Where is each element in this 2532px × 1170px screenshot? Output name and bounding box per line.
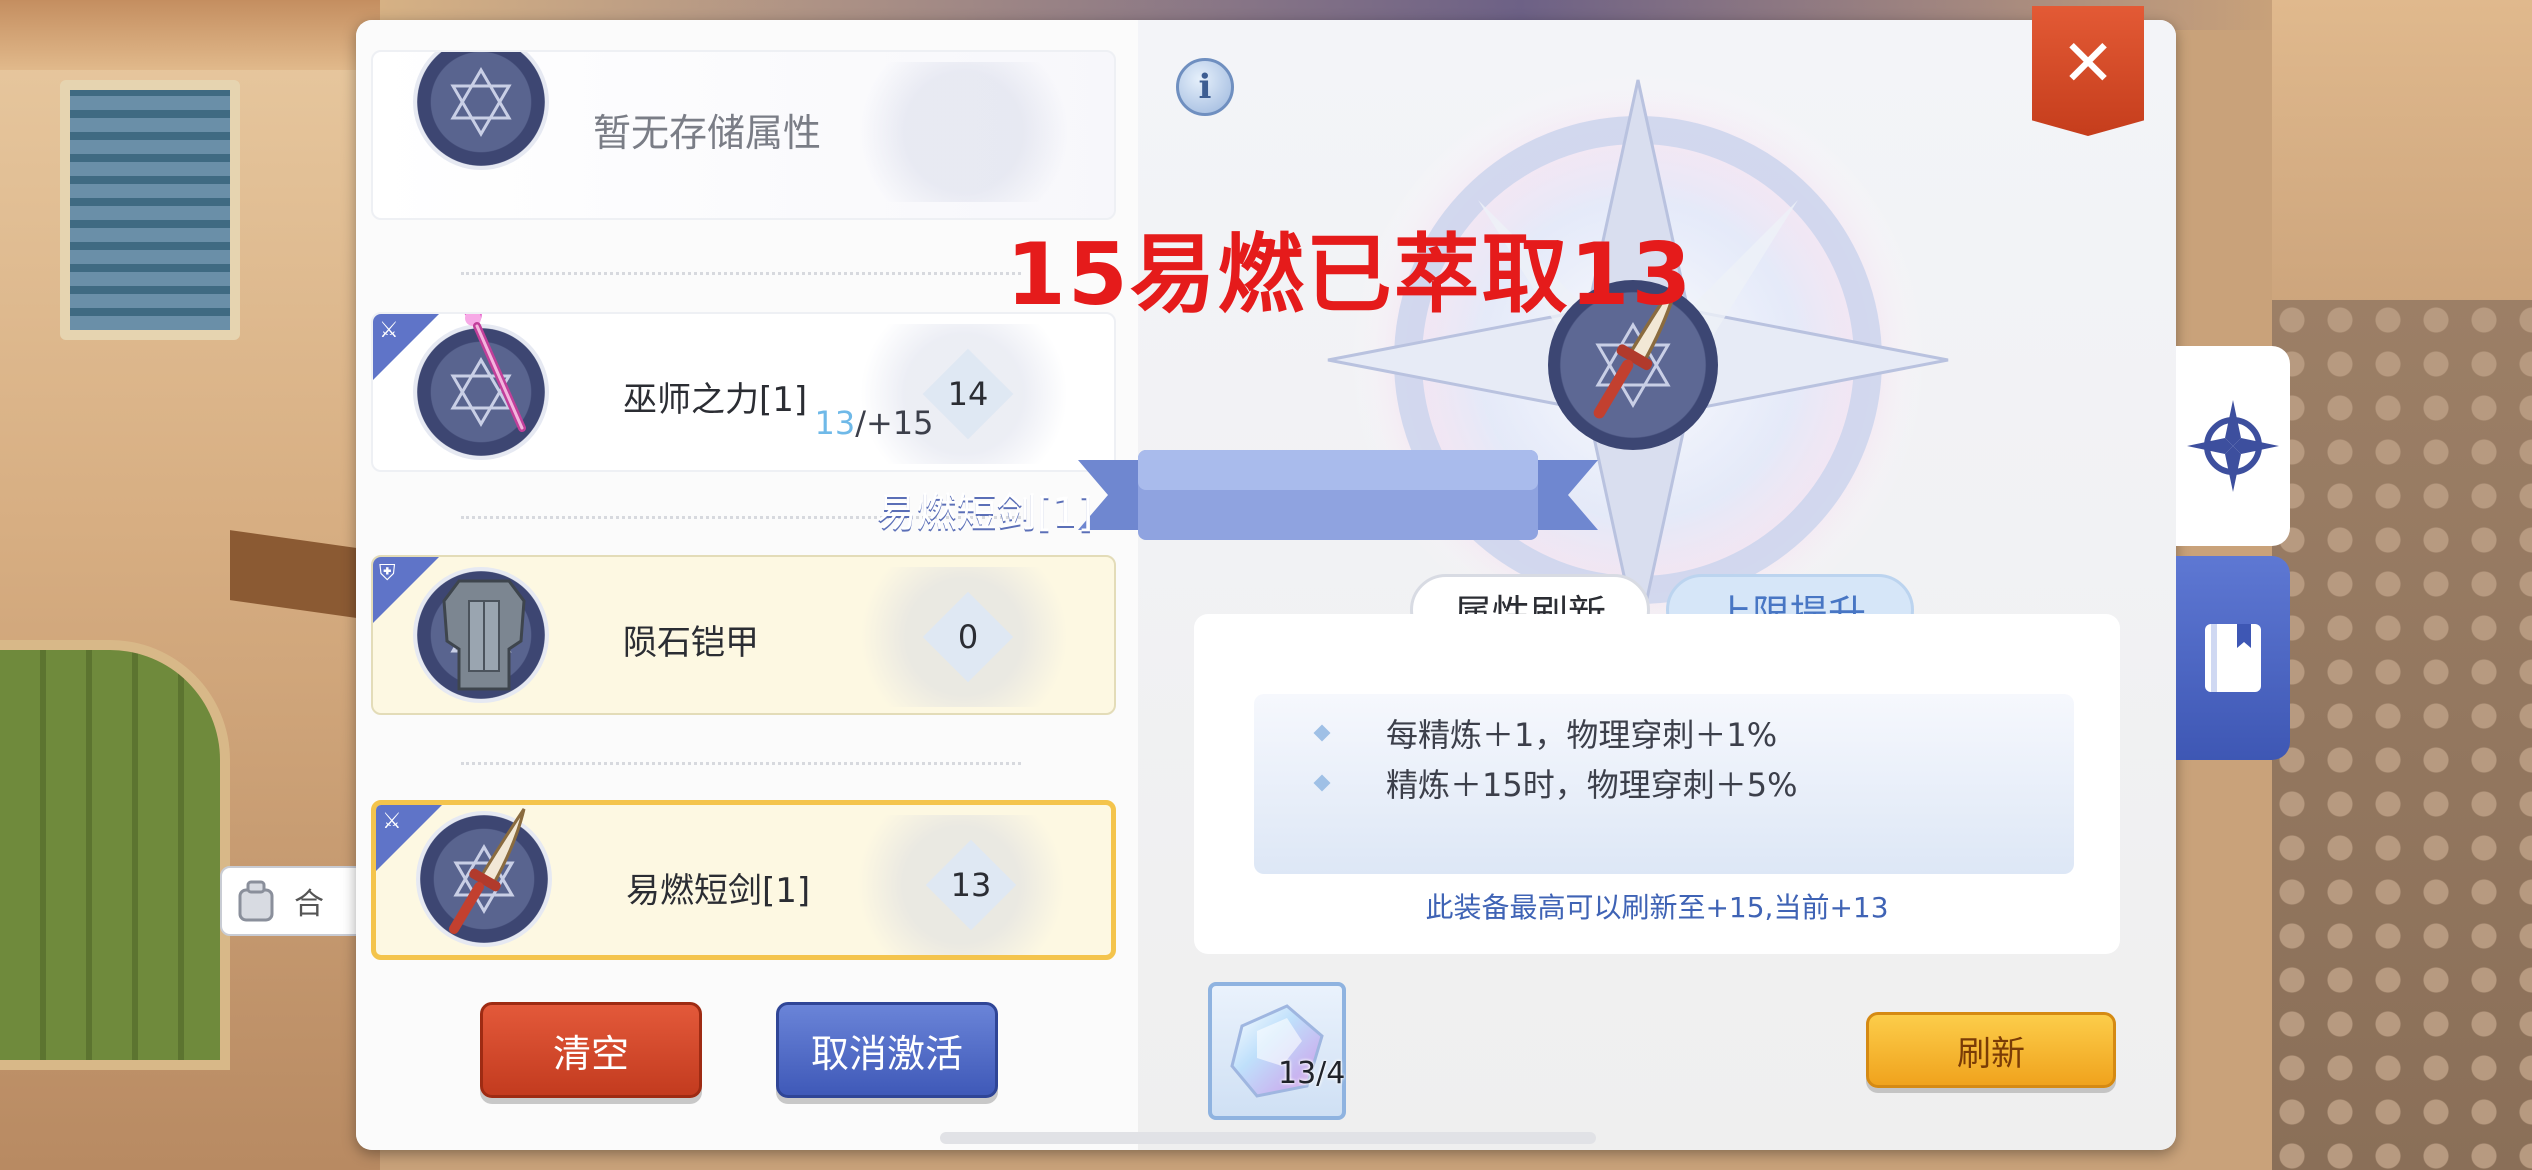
bullet-diamond-icon bbox=[1313, 724, 1331, 742]
equipment-refine-level: 13 bbox=[931, 845, 1011, 925]
side-tab-book[interactable] bbox=[2176, 556, 2290, 760]
dagger-icon bbox=[449, 808, 526, 934]
equipment-slot-circle bbox=[413, 567, 549, 703]
building-roof bbox=[0, 0, 380, 70]
compass-icon bbox=[2187, 400, 2279, 492]
equipment-name: 易燃短剑[1] bbox=[626, 871, 811, 911]
equipment-row[interactable]: ⚔ 巫师之力[1] 14 bbox=[371, 312, 1116, 472]
material-slot[interactable] bbox=[1208, 982, 1346, 1120]
horizontal-scrollbar[interactable] bbox=[940, 1132, 1596, 1144]
crystal-icon bbox=[1230, 1004, 1324, 1098]
bag-icon bbox=[238, 880, 274, 922]
effect-text: 精炼＋15时，物理穿刺＋5% bbox=[1386, 766, 1798, 804]
refine-progress: 13/+15 bbox=[814, 404, 934, 442]
effect-line: 每精炼＋1，物理穿刺＋1% bbox=[1313, 710, 1778, 756]
sword-icon: ⚔ bbox=[379, 318, 399, 343]
equipment-row[interactable]: ⛨ 陨石铠甲 0 bbox=[371, 555, 1116, 715]
refresh-button[interactable]: 刷新 bbox=[1866, 1012, 2116, 1088]
cobblestone-street bbox=[2272, 300, 2532, 1170]
row-decoration bbox=[834, 62, 1094, 202]
background-chip[interactable]: 合 bbox=[220, 866, 370, 936]
refine-max: /+15 bbox=[855, 404, 934, 442]
clear-button[interactable]: 清空 bbox=[480, 1002, 702, 1098]
material-count: 13/4 bbox=[1278, 1056, 1346, 1091]
stored-attribute-row: 暂无存储属性 bbox=[371, 50, 1116, 220]
equipment-row-selected[interactable]: ⚔ 易燃短剑[1] 13 bbox=[371, 800, 1116, 960]
deactivate-button[interactable]: 取消激活 bbox=[776, 1002, 998, 1098]
selected-item-name: 易燃短剑[1] bbox=[876, 490, 1094, 536]
equipment-slot-circle bbox=[416, 808, 552, 947]
close-icon[interactable]: ✕ bbox=[2032, 6, 2144, 136]
armor-icon bbox=[442, 579, 526, 691]
effect-box: 每精炼＋1，物理穿刺＋1% 精炼＋15时，物理穿刺＋5% 此装备最高可以刷新至+… bbox=[1194, 614, 2120, 954]
bullet-diamond-icon bbox=[1313, 774, 1331, 792]
effect-line: 精炼＋15时，物理穿刺＋5% bbox=[1313, 760, 1798, 806]
stored-empty-text: 暂无存储属性 bbox=[593, 111, 822, 155]
effect-text: 每精炼＋1，物理穿刺＋1% bbox=[1386, 716, 1778, 754]
window-shutters bbox=[60, 80, 240, 340]
green-door bbox=[0, 640, 230, 1070]
staff-icon bbox=[464, 314, 526, 432]
info-icon[interactable]: i bbox=[1176, 58, 1234, 116]
equipment-name: 陨石铠甲 bbox=[623, 623, 759, 663]
equipment-refine-level: 14 bbox=[928, 354, 1008, 434]
list-divider bbox=[461, 272, 1021, 275]
side-tab-compass[interactable] bbox=[2176, 346, 2290, 546]
refine-limit-note: 此装备最高可以刷新至+15,当前+13 bbox=[1425, 891, 1889, 924]
overlay-caption: 15易燃已萃取13 bbox=[1006, 225, 1694, 325]
refine-panel: 暂无存储属性 ⚔ 巫师之力[1] 14 ⛨ 陨石铠甲 0 ⚔ 易燃短剑[1] 1… bbox=[356, 6, 2176, 1150]
background-chip-label: 合 bbox=[294, 887, 324, 922]
refine-current: 13 bbox=[814, 404, 856, 442]
list-divider bbox=[461, 762, 1021, 765]
hexagram-icon bbox=[450, 67, 512, 137]
sword-icon: ⚔ bbox=[382, 809, 402, 834]
empty-slot-circle bbox=[413, 52, 549, 170]
equipment-list-pane: 暂无存储属性 ⚔ 巫师之力[1] 14 ⛨ 陨石铠甲 0 ⚔ 易燃短剑[1] 1… bbox=[356, 20, 1138, 1150]
book-icon bbox=[2205, 624, 2261, 692]
equipment-name: 巫师之力[1] bbox=[623, 380, 808, 420]
equipment-refine-level: 0 bbox=[928, 597, 1008, 677]
equipment-slot-circle bbox=[413, 314, 549, 460]
refine-detail-pane: i bbox=[1078, 20, 2176, 1150]
shield-icon: ⛨ bbox=[379, 561, 396, 586]
